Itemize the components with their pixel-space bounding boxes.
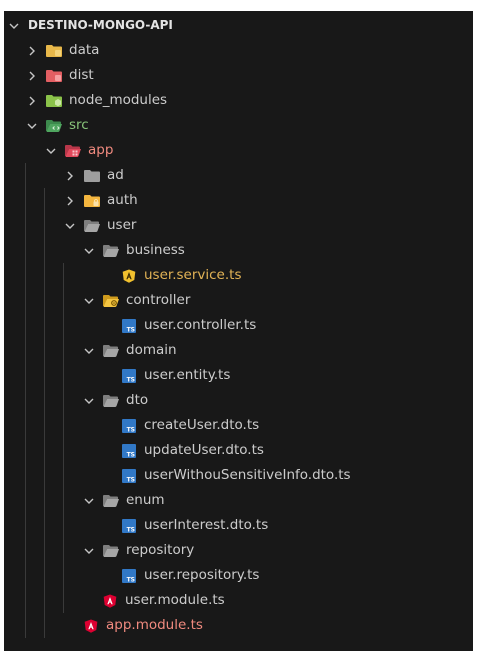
folder-row-node-modules[interactable]: node_modules: [4, 88, 473, 113]
folder-row-user[interactable]: user: [4, 213, 473, 238]
folder-row-enum[interactable]: enum: [4, 488, 473, 513]
folder-label: dto: [126, 392, 149, 408]
svg-text:TS: TS: [127, 376, 135, 383]
chevron-right-icon: [29, 46, 35, 55]
folder-row-controller[interactable]: controller: [4, 288, 473, 313]
chevron-down-icon: [46, 148, 56, 154]
svg-text:TS: TS: [127, 426, 135, 433]
chevron-down-icon: [9, 23, 19, 29]
folder-label: business: [126, 242, 185, 258]
file-row-user-controller[interactable]: TS user.controller.ts: [4, 313, 473, 338]
file-row-update-user-dto[interactable]: TS updateUser.dto.ts: [4, 438, 473, 463]
folder-label: controller: [126, 292, 191, 308]
folder-row-ad[interactable]: ad: [4, 163, 473, 188]
chevron-down-icon: [65, 223, 75, 229]
folder-row-business[interactable]: business: [4, 238, 473, 263]
typescript-icon: TS: [121, 468, 137, 483]
folder-label: repository: [126, 542, 195, 558]
folder-enum-open-icon: [103, 494, 119, 508]
folder-row-auth[interactable]: auth: [4, 188, 473, 213]
folder-dto-open-icon: [103, 394, 119, 408]
file-label: user.controller.ts: [144, 317, 257, 333]
file-label: updateUser.dto.ts: [144, 442, 264, 458]
folder-dist-icon: [46, 69, 62, 83]
folder-controller-open-icon: [103, 294, 119, 308]
file-row-create-user-dto[interactable]: TS createUser.dto.ts: [4, 413, 473, 438]
typescript-icon: TS: [121, 443, 137, 458]
chevron-down-icon: [84, 348, 94, 354]
folder-label: enum: [126, 492, 165, 508]
folder-row-app[interactable]: app: [4, 138, 473, 163]
folder-domain-open-icon: [103, 344, 119, 358]
chevron-down-icon: [84, 498, 94, 504]
file-label: userInterest.dto.ts: [144, 517, 269, 533]
typescript-icon: TS: [121, 318, 137, 333]
file-row-user-service[interactable]: user.service.ts: [4, 263, 473, 288]
folder-label: node_modules: [69, 92, 168, 108]
typescript-icon: TS: [121, 368, 137, 383]
folder-ad-icon: [84, 169, 100, 183]
angular-icon: [83, 619, 99, 633]
svg-text:TS: TS: [127, 326, 135, 333]
file-label: user.entity.ts: [144, 367, 231, 383]
folder-node-modules-icon: [46, 94, 62, 108]
folder-row-repository[interactable]: repository: [4, 538, 473, 563]
file-row-user-entity[interactable]: TS user.entity.ts: [4, 363, 473, 388]
typescript-icon: TS: [121, 568, 137, 583]
folder-label: domain: [126, 342, 177, 358]
svg-text:TS: TS: [127, 576, 135, 583]
typescript-icon: TS: [121, 418, 137, 433]
chevron-down-icon: [84, 548, 94, 554]
folder-row-domain[interactable]: domain: [4, 338, 473, 363]
file-row-user-interest-dto[interactable]: TS userInterest.dto.ts: [4, 513, 473, 538]
chevron-right-icon: [29, 96, 35, 105]
folder-label: auth: [107, 192, 138, 208]
typescript-icon: TS: [121, 518, 137, 533]
folder-label: app: [88, 142, 114, 158]
folder-user-open-icon: [84, 219, 100, 233]
chevron-down-icon: [84, 398, 94, 404]
folder-app-open-icon: [65, 144, 81, 158]
file-row-user-without-sensitive-info-dto[interactable]: TS userWithouSensitiveInfo.dto.ts: [4, 463, 473, 488]
folder-repository-open-icon: [103, 544, 119, 558]
file-row-user-repository[interactable]: TS user.repository.ts: [4, 563, 473, 588]
file-row-app-module[interactable]: app.module.ts: [4, 613, 473, 638]
chevron-down-icon: [84, 298, 94, 304]
file-explorer-panel: DESTINO-MONGO-API data dist node_modules…: [4, 11, 473, 651]
chevron-down-icon: [84, 248, 94, 254]
file-row-user-module[interactable]: user.module.ts: [4, 588, 473, 613]
chevron-down-icon: [27, 123, 37, 129]
folder-src-open-icon: [46, 119, 62, 133]
folder-row-dist[interactable]: dist: [4, 63, 473, 88]
svg-text:TS: TS: [127, 526, 135, 533]
file-label: userWithouSensitiveInfo.dto.ts: [144, 467, 351, 483]
folder-label: data: [69, 42, 100, 58]
folder-data-icon: [46, 44, 62, 58]
svg-text:TS: TS: [127, 476, 135, 483]
folder-label: src: [69, 117, 89, 133]
angular-icon: [102, 594, 118, 608]
folder-row-data[interactable]: data: [4, 38, 473, 63]
chevron-right-icon: [67, 196, 73, 205]
folder-auth-icon: [84, 194, 100, 208]
folder-row-dto[interactable]: dto: [4, 388, 473, 413]
explorer-root-header[interactable]: DESTINO-MONGO-API: [4, 13, 473, 38]
file-label: user.repository.ts: [144, 567, 260, 583]
file-label: app.module.ts: [106, 617, 203, 633]
folder-label: dist: [69, 67, 94, 83]
chevron-right-icon: [67, 171, 73, 180]
file-label: user.module.ts: [125, 592, 225, 608]
folder-row-src[interactable]: src: [4, 113, 473, 138]
folder-label: user: [107, 217, 137, 233]
file-label: createUser.dto.ts: [144, 417, 260, 433]
angular-service-icon: [121, 269, 137, 283]
chevron-right-icon: [29, 71, 35, 80]
explorer-root-label: DESTINO-MONGO-API: [28, 18, 173, 32]
folder-label: ad: [107, 167, 124, 183]
folder-business-open-icon: [103, 244, 119, 258]
file-label: user.service.ts: [144, 267, 242, 283]
svg-text:TS: TS: [127, 451, 135, 458]
